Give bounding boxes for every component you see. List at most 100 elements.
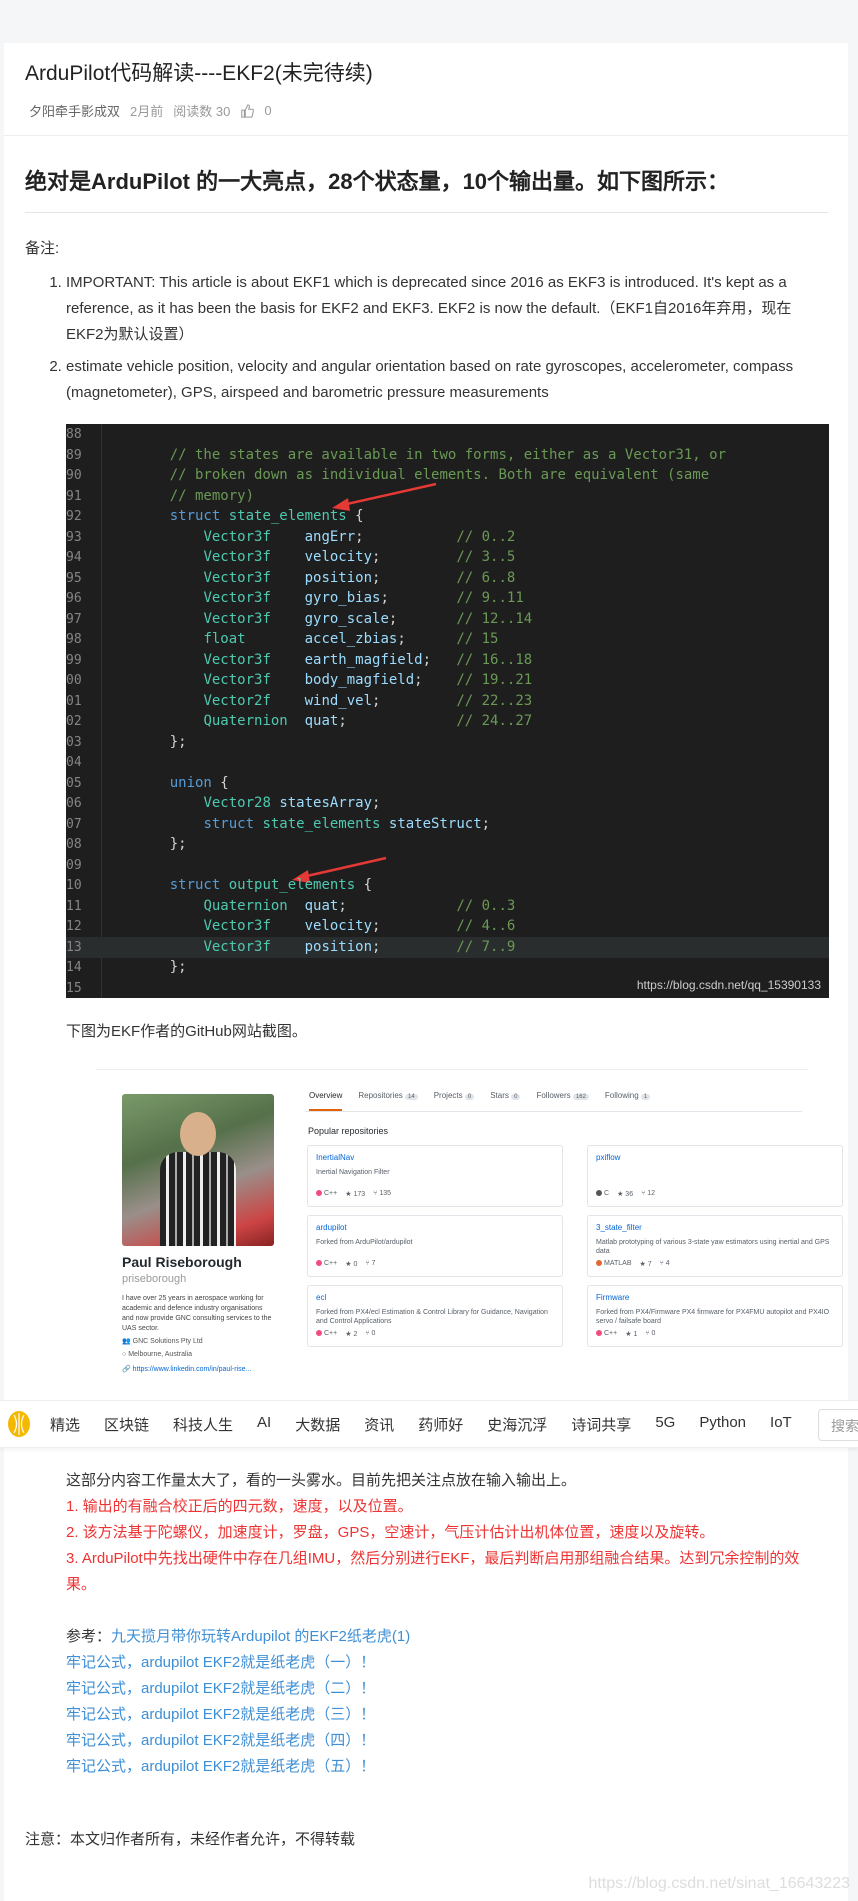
repo-name[interactable]: ardupilot: [316, 1223, 554, 1232]
repo-stats: C++ ★ 2 ⑂ 0: [316, 1330, 375, 1338]
nav-item[interactable]: Python: [699, 1414, 746, 1435]
site-logo-icon[interactable]: [4, 1409, 34, 1439]
repo-card[interactable]: 3_state_filter Matlab prototyping of vari…: [587, 1215, 843, 1277]
repo-card[interactable]: ardupilot Forked from ArduPilot/ardupilot…: [307, 1215, 563, 1277]
code-text: Quaternion quat; // 24..27: [203, 713, 533, 729]
repo-name[interactable]: 3_state_filter: [596, 1223, 834, 1232]
ref-link[interactable]: 牢记公式，ardupilot EKF2就是纸老虎（四）！: [66, 1728, 825, 1754]
article-body: 绝对是ArduPilot 的一大亮点，28个状态量，10个输出量。如下图所示： …: [4, 164, 848, 1393]
code-line: 98 float accel_zbias; // 15: [66, 629, 829, 650]
nav-item[interactable]: 药师好: [418, 1414, 463, 1435]
code-text: Vector3f position; // 7..9: [203, 938, 516, 955]
search-input[interactable]: 搜索: [818, 1409, 858, 1441]
post-time: 2月前: [130, 104, 164, 119]
code-line: 07 struct state_elements stateStruct;: [66, 814, 829, 835]
nav-item[interactable]: 精选: [50, 1414, 80, 1435]
code-line: 05 union {: [66, 773, 829, 794]
nav-item[interactable]: 科技人生: [173, 1414, 233, 1435]
tab-count-badge: 1: [640, 1094, 651, 1100]
profile-link[interactable]: 🔗 https://www.linkedin.com/in/paul-rise.…: [122, 1365, 251, 1373]
author-name[interactable]: 夕阳牵手影成双: [29, 101, 120, 120]
nav-item[interactable]: 5G: [655, 1414, 675, 1435]
line-number: 95: [66, 570, 82, 586]
github-caption: 下图为EKF作者的GitHub网站截图。: [66, 1023, 307, 1040]
repo-forks: ⑂ 135: [373, 1190, 391, 1197]
nav-item[interactable]: 大数据: [295, 1414, 340, 1435]
tab-overview[interactable]: Overview: [309, 1084, 343, 1111]
repo-card[interactable]: InertialNav Inertial Navigation Filter C++…: [307, 1145, 563, 1207]
github-tabs: Overview Repositories 14 Projects 0 Stars …: [305, 1084, 802, 1112]
repo-stats: C++ ★ 0 ⑂ 7: [316, 1260, 375, 1268]
code-text: };: [136, 836, 187, 852]
code-text: // memory): [169, 487, 255, 504]
line-number: 01: [66, 693, 82, 709]
code-text: Vector2f wind_vel; // 22..23: [203, 692, 533, 709]
line-number: 90: [66, 468, 82, 483]
line-number: 98: [66, 632, 82, 647]
repo-card[interactable]: ecl Forked from PX4/ecl Estimation & Cont…: [307, 1285, 563, 1347]
line-number: 12: [66, 919, 82, 934]
ref-link[interactable]: 牢记公式，ardupilot EKF2就是纸老虎（三）！: [66, 1702, 825, 1728]
language-dot-icon: [596, 1260, 602, 1267]
repo-language: C++: [316, 1190, 337, 1198]
code-line: 11 Quaternion quat; // 0..3: [66, 896, 829, 917]
repo-name[interactable]: Firmware: [596, 1293, 834, 1302]
repo-stats: C ★ 36 ⑂ 12: [596, 1190, 655, 1198]
line-number: 11: [66, 898, 82, 914]
tab-stars[interactable]: Stars 0: [490, 1084, 521, 1111]
ref-link[interactable]: 九天揽月带你玩转Ardupilot 的EKF2纸老虎(1): [111, 1628, 410, 1645]
nav-item[interactable]: 区块链: [104, 1414, 149, 1435]
article-continued: 这部分内容工作量太大了，看的一头雾水。目前先把关注点放在输入输出上。 1. 输出…: [25, 1468, 825, 1780]
code-line: 95 Vector3f position; // 6..8: [66, 568, 829, 589]
code-line: 09: [66, 855, 829, 876]
thumbs-up-icon[interactable]: [240, 103, 255, 118]
line-number: 93: [66, 529, 82, 545]
nav-item[interactable]: 史海沉浮: [487, 1414, 547, 1435]
tab-count-badge: 0: [464, 1094, 475, 1100]
ref-link[interactable]: 牢记公式，ardupilot EKF2就是纸老虎（一）！: [66, 1650, 825, 1676]
repo-card[interactable]: Firmware Forked from PX4/Firmware PX4 fir…: [587, 1285, 843, 1347]
article-header: ArduPilot代码解读----EKF2(未完待续) 夕阳牵手影成双 2月前 …: [4, 43, 848, 136]
line-number: 89: [66, 447, 82, 463]
repo-name[interactable]: pxiflow: [596, 1153, 834, 1162]
code-text: Vector3f body_magfield; // 19..21: [203, 672, 533, 688]
line-number: 99: [66, 652, 82, 668]
point-2: 2. 该方法基于陀螺仪，加速度计，罗盘，GPS，空速计，气压计估计出机体位置，速…: [66, 1524, 715, 1541]
repo-stars: ★ 0: [345, 1261, 358, 1268]
repo-description: Forked from PX4/Firmware PX4 firmware fo…: [596, 1309, 830, 1325]
tab-count-badge: 0: [511, 1094, 521, 1100]
nav-item[interactable]: 诗词共享: [571, 1414, 631, 1435]
github-profile-name: Paul Riseborough: [122, 1254, 242, 1270]
code-line: 12 Vector3f velocity; // 4..6: [66, 916, 829, 937]
repo-stars: ★ 36: [617, 1191, 634, 1198]
ref-link[interactable]: 牢记公式，ardupilot EKF2就是纸老虎（二）！: [66, 1676, 825, 1702]
github-bio: I have over 25 years in aerospace workin…: [122, 1295, 272, 1332]
tab-following[interactable]: Following 1: [605, 1084, 651, 1111]
repo-forks: ⑂ 12: [641, 1190, 656, 1197]
code-line: 08 };: [66, 834, 829, 855]
line-number: 08: [66, 837, 82, 852]
nav-item[interactable]: IoT: [770, 1414, 792, 1435]
repo-forks: ⑂ 0: [645, 1330, 656, 1337]
page-watermark: https://blog.csdn.net/sinat_16643223: [588, 1875, 850, 1892]
tab-followers[interactable]: Followers 162: [536, 1084, 589, 1111]
line-number: 14: [66, 960, 82, 975]
github-username: priseborough: [122, 1273, 187, 1285]
list-item: estimate vehicle position, velocity and …: [66, 354, 828, 406]
code-text: // the states are available in two forms…: [169, 446, 727, 463]
code-line: 93 Vector3f angErr; // 0..2: [66, 527, 829, 548]
tab-repositories[interactable]: Repositories 14: [358, 1084, 418, 1111]
code-text: Vector3f gyro_bias; // 9..11: [203, 590, 524, 606]
code-text: Vector28 statesArray;: [203, 795, 381, 811]
code-screenshot: https://blog.csdn.net/qq_15390133 88 89 /…: [66, 424, 829, 998]
repo-name[interactable]: InertialNav: [316, 1153, 554, 1162]
tab-projects[interactable]: Projects 0: [434, 1084, 475, 1111]
ref-link[interactable]: 牢记公式，ardupilot EKF2就是纸老虎（五）！: [66, 1754, 825, 1780]
nav-item[interactable]: 资讯: [364, 1414, 394, 1435]
code-line: 92 struct state_elements {: [66, 506, 829, 527]
nav-item[interactable]: AI: [257, 1414, 271, 1435]
repo-card[interactable]: pxiflow C ★ 36 ⑂ 12: [587, 1145, 843, 1207]
like-count: 0: [264, 103, 272, 118]
repo-name[interactable]: ecl: [316, 1293, 554, 1302]
code-line: 00 Vector3f body_magfield; // 19..21: [66, 670, 829, 691]
